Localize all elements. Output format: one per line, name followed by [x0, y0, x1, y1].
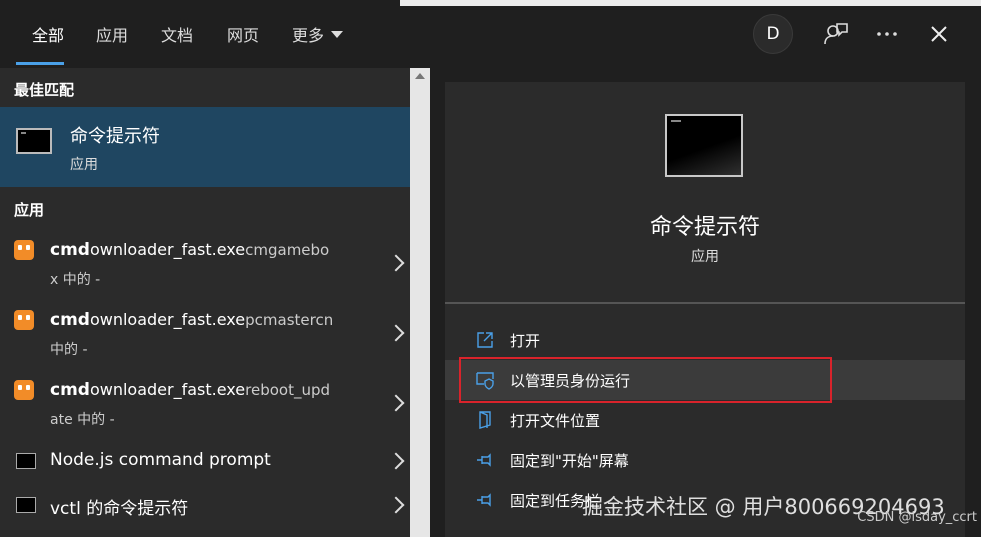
action-open-label: 打开: [510, 332, 541, 350]
command-prompt-icon: [16, 128, 52, 154]
pin-icon: [477, 453, 491, 467]
list-item[interactable]: Node.js command prompt: [0, 443, 410, 483]
action-open-file-location[interactable]: 打开文件位置: [445, 400, 965, 440]
best-match-header: 最佳匹配: [14, 81, 75, 99]
chevron-right-icon[interactable]: [387, 496, 405, 514]
tab-web[interactable]: 网页: [227, 22, 259, 46]
list-item[interactable]: cmdownloader_fast.exepcmastercn 中的 -: [0, 302, 410, 366]
active-tab-indicator: [16, 62, 64, 65]
chevron-right-icon[interactable]: [387, 254, 405, 272]
app-icon: [14, 380, 34, 400]
tab-more-label: 更多: [292, 26, 325, 45]
action-pin-to-start-label: 固定到"开始"屏幕: [510, 452, 629, 470]
more-options-icon[interactable]: [873, 20, 901, 48]
list-item[interactable]: cmdownloader_fast.execmgamebo x 中的 -: [0, 232, 410, 296]
list-item-title: vctl 的命令提示符: [50, 499, 189, 519]
close-icon[interactable]: [925, 20, 953, 48]
chevron-down-icon: [331, 31, 344, 38]
details-title: 命令提示符: [649, 215, 760, 240]
feedback-icon[interactable]: [822, 20, 850, 48]
list-item-subtitle: 中的 -: [50, 342, 88, 358]
list-item-title: cmdownloader_fast.execmgamebo: [50, 240, 330, 260]
action-pin-to-start[interactable]: 固定到"开始"屏幕: [445, 440, 965, 480]
details-subtitle: 应用: [691, 249, 719, 265]
scroll-up-icon[interactable]: [415, 73, 425, 79]
command-prompt-large-icon: [665, 114, 743, 177]
command-prompt-icon: [16, 453, 36, 469]
best-match-title: 命令提示符: [70, 126, 160, 147]
list-item[interactable]: cmdownloader_fast.exereboot_upd ate 中的 -: [0, 372, 410, 436]
best-match-subtitle: 应用: [70, 157, 98, 173]
pin-icon: [477, 493, 491, 507]
tab-documents[interactable]: 文档: [161, 22, 193, 46]
user-avatar[interactable]: D: [753, 14, 793, 54]
tab-all[interactable]: 全部: [32, 22, 64, 46]
chevron-right-icon[interactable]: [387, 324, 405, 342]
tab-apps[interactable]: 应用: [96, 22, 128, 46]
chevron-right-icon[interactable]: [387, 394, 405, 412]
best-match-item[interactable]: [0, 107, 410, 187]
list-item-subtitle: ate 中的 -: [50, 412, 115, 428]
highlight-box: [459, 357, 832, 403]
scrollbar[interactable]: [410, 68, 430, 537]
list-item-title: cmdownloader_fast.exepcmastercn: [50, 310, 334, 330]
action-open[interactable]: 打开: [445, 320, 965, 360]
apps-header: 应用: [14, 201, 45, 219]
action-open-file-location-label: 打开文件位置: [510, 412, 601, 430]
chevron-right-icon[interactable]: [387, 452, 405, 470]
list-item-subtitle: x 中的 -: [50, 272, 101, 288]
command-prompt-icon: [16, 497, 36, 513]
watermark-csdn: CSDN @isday_ccrt: [857, 510, 977, 525]
app-icon: [14, 240, 34, 260]
divider: [445, 302, 965, 304]
list-item-title: Node.js command prompt: [50, 450, 271, 470]
list-item-title: cmdownloader_fast.exereboot_upd: [50, 380, 330, 400]
tab-more[interactable]: 更多: [292, 22, 344, 46]
background-window-strip: [400, 0, 981, 6]
app-icon: [14, 310, 34, 330]
folder-location-icon: [479, 411, 491, 429]
open-icon: [477, 332, 493, 348]
list-item[interactable]: vctl 的命令提示符: [0, 487, 410, 527]
